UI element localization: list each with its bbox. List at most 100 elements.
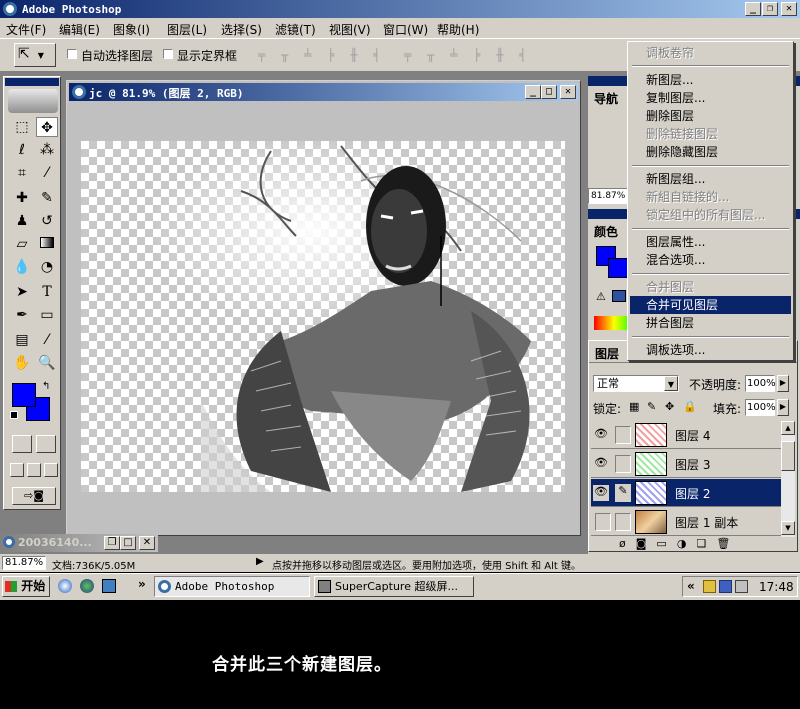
menu-item-flatten-image[interactable]: 拼合图层: [630, 314, 791, 332]
blend-mode-select[interactable]: 正常 ▼: [593, 375, 679, 392]
layer-link-box[interactable]: [615, 513, 631, 531]
eyedropper-icon[interactable]: ⁄: [36, 330, 58, 350]
gradient-icon[interactable]: [36, 234, 58, 254]
shape-icon[interactable]: ▭: [36, 305, 58, 325]
blur-icon[interactable]: 💧: [11, 257, 33, 277]
visibility-eye-icon[interactable]: 👁: [593, 485, 609, 501]
healing-brush-icon[interactable]: ✚: [11, 188, 33, 208]
color-panel-background-swatch[interactable]: [608, 258, 628, 278]
hand-icon[interactable]: ✋: [11, 353, 33, 373]
layer-style-icon[interactable]: ø: [619, 537, 636, 550]
default-colors-icon[interactable]: [10, 411, 18, 419]
quicklaunch-more-icon[interactable]: »: [138, 577, 146, 591]
magic-wand-icon[interactable]: ⁂: [36, 140, 58, 160]
visibility-box[interactable]: [595, 513, 611, 531]
notes-icon[interactable]: ▤: [11, 330, 33, 350]
layer-row[interactable]: 👁 图层 3: [591, 450, 781, 478]
scroll-thumb[interactable]: [781, 441, 795, 471]
layer-row-selected[interactable]: 👁 ✎ 图层 2: [591, 479, 781, 507]
lasso-icon[interactable]: ℓ: [11, 140, 33, 160]
layers-tab[interactable]: 图层: [595, 345, 619, 362]
history-brush-icon[interactable]: ↺: [36, 211, 58, 231]
menu-item-new-layer[interactable]: 新图层...: [630, 71, 791, 89]
new-layer-icon[interactable]: ❏: [696, 537, 716, 550]
task-button-photoshop[interactable]: Adobe Photoshop: [154, 576, 310, 597]
add-mask-icon[interactable]: ◙: [636, 537, 657, 550]
quicklaunch-app-icon[interactable]: [102, 579, 116, 593]
crop-icon[interactable]: ⌗: [11, 163, 33, 183]
align-buttons[interactable]: ╤ ╥ ╧ ╞ ╫ ╡: [258, 48, 388, 62]
min-maximize-button[interactable]: □: [120, 536, 136, 550]
doc-close-button[interactable]: ✕: [560, 85, 576, 99]
zoom-icon[interactable]: 🔍: [36, 353, 58, 373]
image-canvas[interactable]: [81, 141, 565, 492]
minimize-button[interactable]: _: [745, 2, 761, 16]
opacity-arrow-icon[interactable]: ▶: [777, 375, 789, 392]
quicklaunch-globe-icon[interactable]: [80, 579, 94, 593]
color-tab[interactable]: 颜色: [594, 223, 618, 240]
trash-icon[interactable]: 🗑: [716, 537, 740, 550]
menu-file[interactable]: 文件(F): [6, 21, 46, 38]
min-restore-button[interactable]: ❐: [104, 536, 120, 550]
brush-icon[interactable]: ✎: [36, 188, 58, 208]
menu-item-blending-options[interactable]: 混合选项...: [630, 251, 791, 269]
menu-item-new-set-from-linked[interactable]: 新組自链接的...: [630, 188, 791, 206]
scroll-up-icon[interactable]: ▲: [781, 421, 795, 435]
menu-edit[interactable]: 编辑(E): [59, 21, 100, 38]
status-zoom-field[interactable]: 81.87%: [2, 556, 46, 570]
dodge-icon[interactable]: ◔: [36, 257, 58, 277]
menu-help[interactable]: 帮助(H): [437, 21, 479, 38]
menu-filter[interactable]: 滤镜(T): [275, 21, 316, 38]
min-close-button[interactable]: ✕: [139, 536, 155, 550]
menu-item-new-layer-set[interactable]: 新图层组...: [630, 170, 791, 188]
menu-item-duplicate-layer[interactable]: 复制图层...: [630, 89, 791, 107]
lock-transparency-icon[interactable]: ▦: [629, 400, 639, 413]
standard-mode-icon[interactable]: [12, 435, 32, 453]
quick-mask-icon[interactable]: [36, 435, 56, 453]
scroll-down-icon[interactable]: ▼: [781, 521, 795, 535]
tray-icon[interactable]: [719, 580, 732, 593]
opacity-field[interactable]: 100%: [745, 375, 776, 392]
path-select-icon[interactable]: ➤: [11, 282, 33, 302]
visibility-eye-icon[interactable]: 👁: [593, 456, 609, 472]
visibility-eye-icon[interactable]: 👁: [593, 427, 609, 443]
clone-stamp-icon[interactable]: ♟: [11, 211, 33, 231]
menu-item-lock-all-layers-in-set[interactable]: 锁定组中的所有图层...: [630, 206, 791, 224]
menu-item-layer-properties[interactable]: 图层属性...: [630, 233, 791, 251]
layer-row[interactable]: 图层 1 副本: [591, 508, 781, 536]
menu-item-palette-options[interactable]: 调板选项...: [630, 341, 791, 359]
adjustment-layer-icon[interactable]: ◑: [677, 537, 697, 550]
doc-minimize-button[interactable]: _: [525, 85, 541, 99]
clock[interactable]: 17:48: [759, 580, 794, 594]
lock-position-icon[interactable]: ✥: [665, 400, 674, 413]
menu-layer[interactable]: 图层(L): [167, 21, 207, 38]
tool-preset-picker[interactable]: ⇱ ▼: [14, 43, 56, 67]
photoshop-eye-logo[interactable]: [8, 89, 58, 113]
menu-item-merge-layers[interactable]: 合并图层: [630, 278, 791, 296]
menu-item-dock-to-palette-well[interactable]: 调板卷帘: [630, 44, 791, 62]
show-bounds-checkbox[interactable]: [163, 49, 173, 59]
pen-icon[interactable]: ✒: [11, 305, 33, 325]
type-icon[interactable]: T: [36, 282, 58, 302]
quicklaunch-ie-icon[interactable]: [58, 579, 72, 593]
menu-window[interactable]: 窗口(W): [383, 21, 428, 38]
task-button-supercapture[interactable]: SuperCapture 超级屏...: [314, 576, 474, 597]
slice-icon[interactable]: ⁄: [36, 163, 58, 183]
menu-item-merge-visible[interactable]: 合并可见图层: [630, 296, 791, 314]
jump-to-imageready-icon[interactable]: ⇨◙: [12, 487, 56, 505]
restore-button[interactable]: ❐: [762, 2, 778, 16]
doc-maximize-button[interactable]: □: [541, 85, 557, 99]
navigator-zoom-field[interactable]: 81.87%: [588, 188, 628, 204]
menu-item-delete-hidden-layers[interactable]: 删除隐藏图层: [630, 143, 791, 161]
minimized-document-window[interactable]: 20036140... ❐ □ ✕: [0, 534, 158, 552]
layer-link-box[interactable]: [615, 455, 631, 473]
layers-scrollbar[interactable]: ▲ ▼: [781, 421, 795, 537]
screen-mode-full-menu-icon[interactable]: [27, 463, 41, 477]
tray-icon[interactable]: [735, 580, 748, 593]
start-button[interactable]: 开始: [2, 576, 50, 597]
eraser-icon[interactable]: ▱: [11, 234, 33, 254]
menu-select[interactable]: 选择(S): [221, 21, 262, 38]
swap-colors-icon[interactable]: ↰: [42, 381, 50, 392]
lock-all-icon[interactable]: 🔒: [683, 400, 697, 413]
auto-select-checkbox[interactable]: [67, 49, 77, 59]
